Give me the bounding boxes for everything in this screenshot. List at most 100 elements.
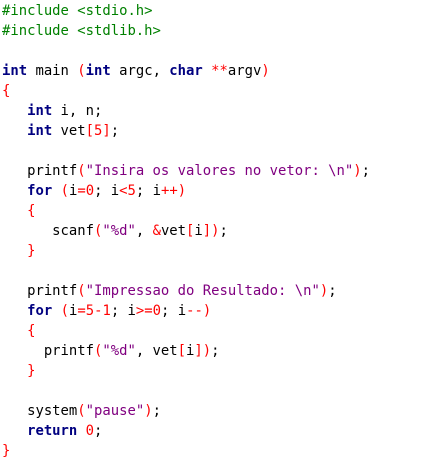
code-token-operator: { — [2, 83, 11, 99]
code-token-number: 0 — [85, 423, 95, 439]
code-token-plain: ; i — [94, 183, 120, 199]
code-token-operator: & — [152, 223, 161, 239]
code-token-keyword: for — [27, 303, 53, 319]
code-token-operator: ( — [60, 303, 69, 319]
code-token-plain: ; — [328, 283, 337, 299]
code-token-plain: ; i — [135, 183, 161, 199]
code-token-plain: argv — [227, 63, 262, 79]
code-token-operator: } — [27, 243, 36, 259]
code-token-plain: printf — [2, 163, 78, 179]
code-line: { — [2, 201, 35, 221]
code-line: return 0; — [2, 421, 102, 441]
code-line: int vet[5]; — [2, 121, 119, 141]
code-token-string: "%d" — [102, 223, 136, 239]
code-token-operator: [ — [85, 123, 95, 139]
code-token-operator: } — [27, 363, 36, 379]
code-token-operator: ++) — [161, 183, 187, 199]
code-token-plain: printf — [2, 283, 78, 299]
code-token-number: 0 — [85, 183, 95, 199]
code-token-keyword: int — [27, 123, 53, 139]
code-token-operator: < — [119, 183, 128, 199]
code-editor[interactable]: #include <stdio.h> #include <stdlib.h> int… — [0, 0, 447, 459]
code-token-operator: ]) — [194, 343, 212, 359]
code-token-keyword: int — [27, 103, 53, 119]
code-token-plain: i, n; — [52, 103, 103, 119]
code-line: for (i=0; i<5; i++) — [2, 181, 186, 201]
code-token-plain: ; — [211, 343, 220, 359]
code-line: } — [2, 441, 10, 461]
code-token-plain: vet — [160, 223, 187, 239]
code-token-plain: system — [2, 403, 78, 419]
code-token-keyword: char — [169, 63, 203, 79]
code-token-operator: ( — [77, 63, 86, 79]
code-token-plain: ; — [110, 123, 120, 139]
code-token-directive: #include <stdio.h> — [2, 3, 153, 19]
code-token-operator: { — [27, 323, 36, 339]
code-token-operator: [ — [177, 343, 187, 359]
code-token-operator: ** — [211, 63, 228, 79]
code-token-operator: ]) — [202, 223, 220, 239]
code-token-plain: , vet — [135, 343, 178, 359]
code-token-operator: } — [2, 443, 11, 459]
code-token-operator: { — [27, 203, 36, 219]
code-line: } — [2, 241, 35, 261]
code-token-operator: = — [77, 303, 86, 319]
code-line: #include <stdio.h> — [2, 1, 153, 21]
code-token-number: 0 — [152, 303, 162, 319]
code-token-operator: ( — [77, 283, 86, 299]
code-token-operator: = — [77, 183, 86, 199]
code-token-plain: , — [135, 223, 153, 239]
code-token-plain: i — [194, 223, 203, 239]
code-line: { — [2, 81, 10, 101]
code-token-keyword: for — [27, 183, 53, 199]
code-line: for (i=5-1; i>=0; i--) — [2, 301, 211, 321]
code-token-operator: ) — [144, 403, 153, 419]
code-token-number: 5 — [85, 303, 95, 319]
code-token-plain: ; — [219, 223, 228, 239]
code-token-operator: ) — [261, 63, 270, 79]
code-line: system("pause"); — [2, 401, 161, 421]
code-line: int main (int argc, char **argv) — [2, 61, 270, 81]
code-token-operator: ) — [353, 163, 362, 179]
code-token-operator: ( — [77, 403, 86, 419]
code-token-plain: argc, — [110, 63, 170, 79]
code-token-plain: vet — [52, 123, 86, 139]
code-token-string: "Insira os valores no vetor: \n" — [85, 163, 354, 179]
code-token-keyword: int — [2, 63, 28, 79]
code-token-directive: #include <stdlib.h> — [2, 23, 161, 39]
code-line: printf("Impressao do Resultado: \n"); — [2, 281, 337, 301]
code-line: printf("Insira os valores no vetor: \n")… — [2, 161, 370, 181]
code-token-plain: ; — [361, 163, 371, 179]
code-token-operator: ( — [77, 163, 86, 179]
code-token-keyword: int — [85, 63, 111, 79]
code-token-string: "Impressao do Resultado: \n" — [85, 283, 320, 299]
code-token-plain: scanf — [2, 223, 94, 239]
code-token-plain: ; — [94, 423, 103, 439]
code-line: { — [2, 321, 35, 341]
code-token-operator: ] — [102, 123, 111, 139]
code-line: printf("%d", vet[i]); — [2, 341, 220, 361]
code-token-string: "pause" — [85, 403, 145, 419]
code-token-string: "%d" — [102, 343, 136, 359]
code-line: #include <stdlib.h> — [2, 21, 161, 41]
code-token-plain: main — [27, 63, 78, 79]
code-token-operator: ) — [319, 283, 329, 299]
code-token-plain: ; i — [110, 303, 136, 319]
code-token-plain: printf — [2, 343, 94, 359]
code-line: scanf("%d", &vet[i]); — [2, 221, 228, 241]
code-token-plain: ; — [152, 403, 161, 419]
code-token-keyword: return — [27, 423, 78, 439]
